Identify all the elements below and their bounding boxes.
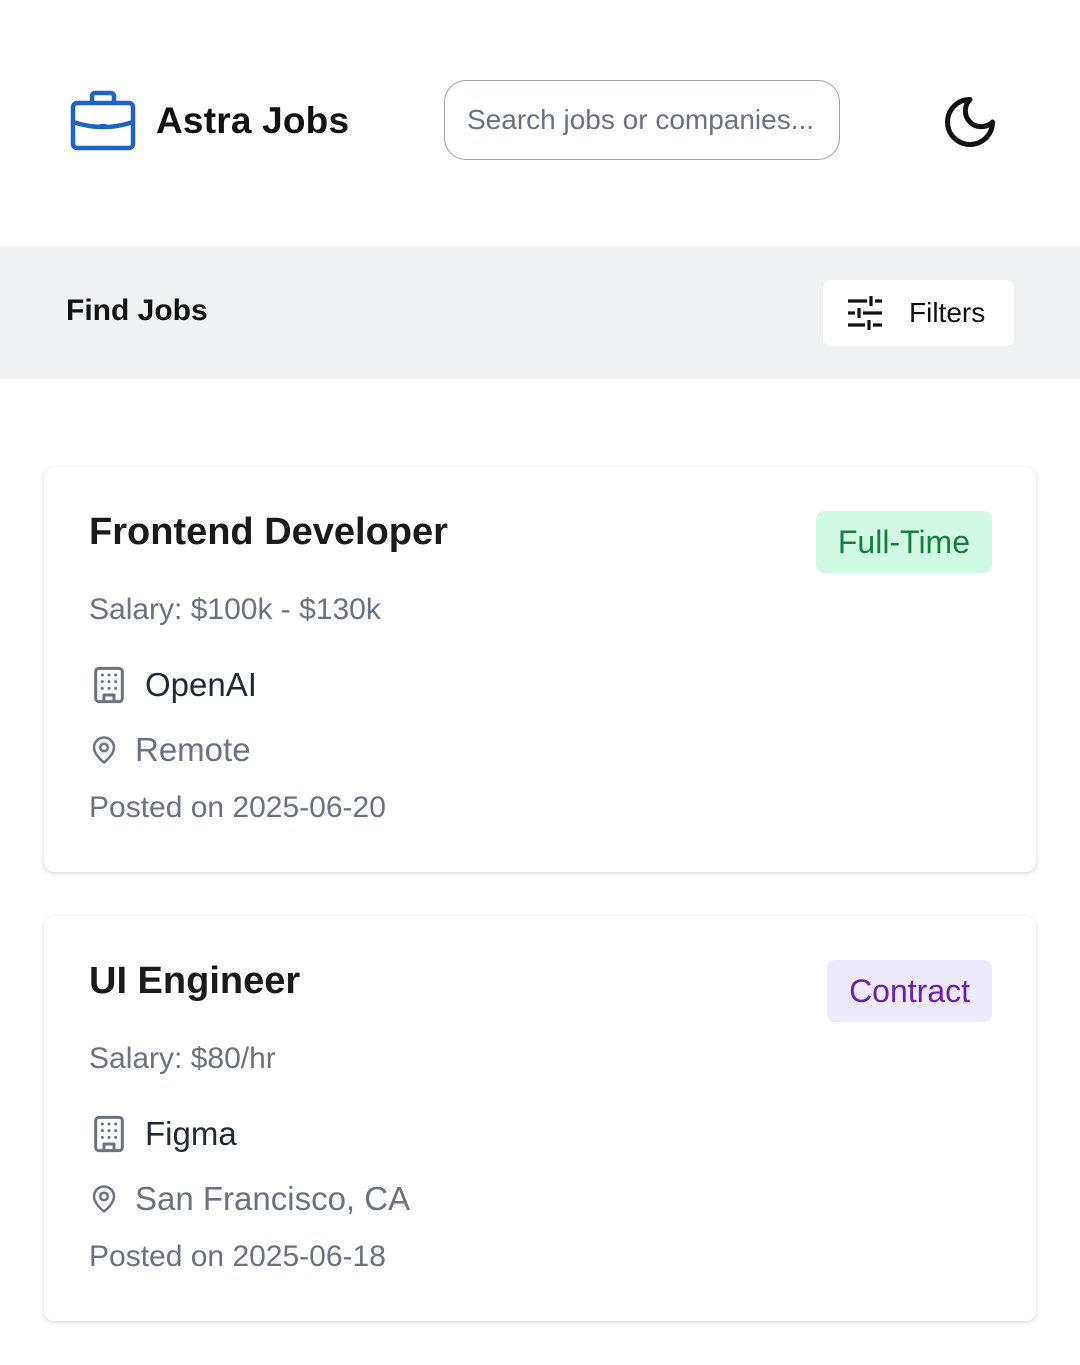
page-title: Find Jobs	[66, 294, 208, 327]
app-header: Astra Jobs	[0, 0, 1080, 246]
brand-logo[interactable]: Astra Jobs	[70, 90, 349, 152]
search-input[interactable]	[444, 80, 840, 160]
location-name: San Francisco, CA	[135, 1180, 411, 1217]
briefcase-icon	[70, 90, 136, 152]
sliders-icon	[847, 296, 883, 330]
job-salary: Salary: $80/hr	[89, 1042, 276, 1075]
job-type-badge: Full-Time	[815, 511, 992, 573]
job-location: Remote	[89, 731, 251, 769]
job-salary: Salary: $100k - $130k	[89, 593, 381, 626]
brand-name: Astra Jobs	[156, 100, 350, 141]
map-pin-icon	[89, 735, 119, 765]
building-icon	[89, 665, 129, 705]
building-icon	[89, 1114, 129, 1154]
posted-date: Posted on 2025-06-20	[89, 791, 386, 824]
job-location: San Francisco, CA	[89, 1180, 410, 1218]
job-company: Figma	[89, 1114, 237, 1154]
job-company: OpenAI	[89, 665, 257, 705]
jobs-toolbar: Find Jobs Filters	[0, 246, 1080, 379]
job-title[interactable]: Frontend Developer	[89, 511, 448, 554]
job-card[interactable]: Frontend Developer Full-Time Salary: $10…	[44, 467, 1036, 872]
map-pin-icon	[89, 1184, 119, 1214]
moon-icon	[940, 92, 1000, 152]
company-name[interactable]: Figma	[145, 1115, 237, 1153]
theme-toggle-button[interactable]	[930, 82, 1010, 162]
posted-date: Posted on 2025-06-18	[89, 1240, 386, 1273]
job-card[interactable]: UI Engineer Contract Salary: $80/hr Figm…	[44, 916, 1036, 1321]
filters-button[interactable]: Filters	[823, 280, 1014, 346]
company-name[interactable]: OpenAI	[145, 666, 257, 704]
location-name: Remote	[135, 731, 251, 768]
job-type-badge: Contract	[827, 960, 992, 1022]
job-title[interactable]: UI Engineer	[89, 960, 300, 1003]
filters-label: Filters	[909, 297, 986, 328]
job-list: Frontend Developer Full-Time Salary: $10…	[44, 467, 1036, 1365]
